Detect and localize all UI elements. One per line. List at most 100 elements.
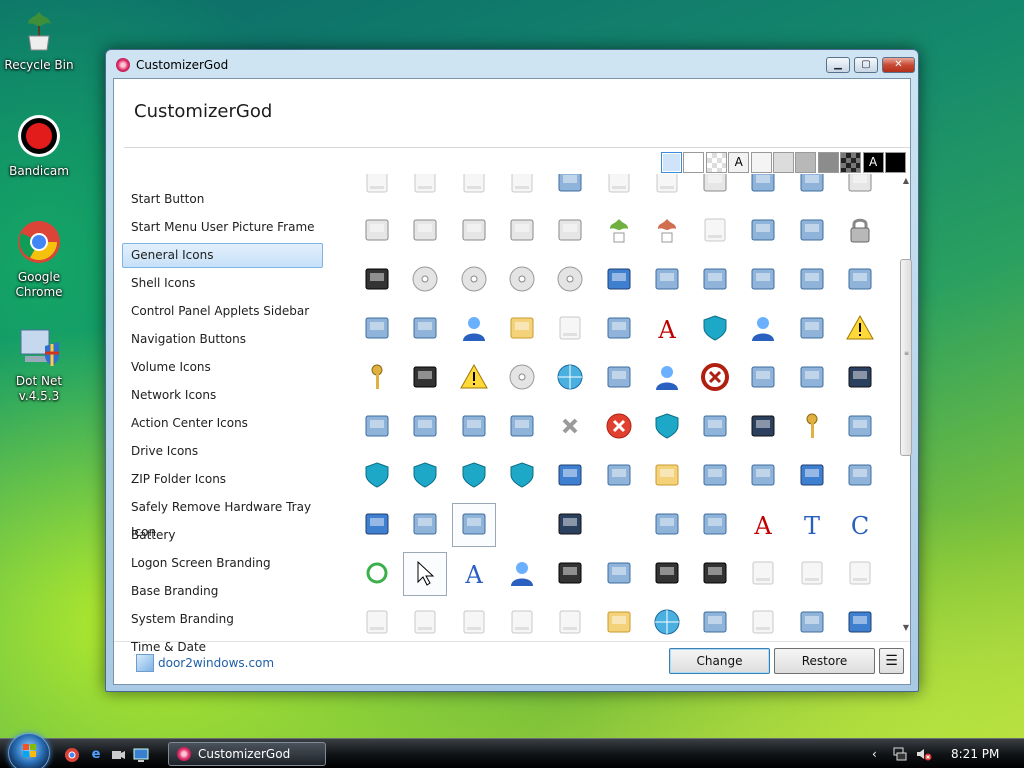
system-clock[interactable]: 8:21 PM	[951, 747, 999, 761]
icon-grid-cell[interactable]	[838, 601, 882, 637]
window-titlebar[interactable]: CustomizerGod ▁ ▢ ✕	[106, 50, 918, 78]
icon-grid-cell[interactable]	[403, 356, 447, 400]
desktop-icon-recycle-bin[interactable]: Recycle Bin	[0, 6, 78, 73]
icon-grid-cell[interactable]	[355, 174, 399, 204]
sidebar-item-start-button[interactable]: Start Button	[122, 187, 323, 212]
background-swatch[interactable]	[773, 152, 794, 173]
background-swatch[interactable]	[661, 152, 682, 173]
icon-grid-cell[interactable]	[548, 307, 592, 351]
icon-grid-cell[interactable]	[451, 503, 496, 547]
background-swatch[interactable]: A	[728, 152, 750, 173]
icon-grid-cell[interactable]	[403, 174, 447, 204]
icon-grid-cell[interactable]	[597, 454, 641, 498]
icon-grid-cell[interactable]	[645, 209, 689, 253]
icon-grid-cell[interactable]	[452, 258, 496, 302]
quicklaunch-desktop-icon[interactable]	[133, 747, 149, 763]
icon-grid-cell[interactable]	[790, 258, 834, 302]
icon-grid-cell[interactable]	[597, 552, 641, 596]
icon-grid-cell[interactable]	[741, 454, 785, 498]
icon-grid-cell[interactable]	[452, 601, 496, 637]
background-swatch[interactable]	[840, 152, 862, 173]
sidebar-item-network-icons[interactable]: Network Icons	[122, 383, 323, 408]
sidebar-item-general-icons[interactable]: General Icons	[122, 243, 323, 268]
icon-grid-cell[interactable]	[838, 454, 882, 498]
icon-grid-cell[interactable]	[741, 209, 785, 253]
icon-grid-cell[interactable]	[693, 601, 737, 637]
scrollbar-thumb[interactable]: ≡	[900, 259, 912, 456]
icon-grid-cell[interactable]	[355, 454, 399, 498]
taskbar-item-customizergod[interactable]: CustomizerGod	[168, 742, 326, 766]
icon-grid-cell[interactable]	[548, 174, 592, 204]
icon-grid-cell[interactable]	[500, 601, 544, 637]
quicklaunch-ie-icon[interactable]: e	[88, 747, 104, 763]
icon-grid-cell[interactable]	[403, 307, 447, 351]
sidebar-item-zip-folder-icons[interactable]: ZIP Folder Icons	[122, 467, 323, 492]
background-swatch[interactable]	[885, 152, 906, 173]
icon-grid-cell[interactable]	[790, 552, 834, 596]
icon-grid-cell[interactable]	[790, 454, 834, 498]
icon-grid-cell[interactable]	[790, 209, 834, 253]
icon-grid-cell[interactable]	[645, 601, 689, 637]
icon-grid-cell[interactable]	[403, 454, 447, 498]
icon-grid-cell[interactable]	[838, 405, 882, 449]
icon-grid-cell[interactable]	[790, 174, 834, 204]
icon-grid-cell[interactable]	[645, 356, 689, 400]
background-swatch[interactable]	[705, 152, 727, 173]
icon-grid-cell[interactable]	[693, 503, 737, 547]
sidebar-item-start-menu-user-picture-frame[interactable]: Start Menu User Picture Frame	[122, 215, 323, 240]
icon-grid-cell[interactable]	[693, 405, 737, 449]
icon-grid-cell[interactable]	[790, 356, 834, 400]
icon-grid-cell[interactable]	[500, 356, 544, 400]
scroll-down-arrow-icon[interactable]: ▼	[901, 623, 911, 633]
icon-grid-cell[interactable]	[645, 503, 689, 547]
icon-grid-cell[interactable]	[790, 307, 834, 351]
icon-grid-cell[interactable]	[403, 601, 447, 637]
door2windows-link[interactable]: door2windows.com	[158, 656, 274, 670]
icon-grid-cell[interactable]	[645, 174, 689, 204]
icon-grid-cell[interactable]	[500, 503, 544, 547]
background-swatch[interactable]	[817, 152, 839, 173]
desktop-icon-dotnet[interactable]: Dot Net v.4.5.3	[0, 322, 78, 404]
icon-grid-cell[interactable]	[548, 356, 592, 400]
sidebar-item-control-panel-applets-sidebar[interactable]: Control Panel Applets Sidebar	[122, 299, 323, 324]
icon-grid-cell[interactable]	[790, 405, 834, 449]
icon-grid-cell[interactable]	[741, 601, 785, 637]
icon-grid-cell[interactable]	[403, 209, 447, 253]
icon-grid-cell[interactable]	[452, 307, 496, 351]
icon-grid-cell[interactable]	[500, 209, 544, 253]
icon-grid-cell[interactable]: A	[741, 503, 785, 547]
icon-grid-cell[interactable]: C	[838, 503, 882, 547]
sidebar-item-base-branding[interactable]: Base Branding	[122, 579, 323, 604]
icon-grid-cell[interactable]	[452, 174, 496, 204]
icon-grid-cell[interactable]	[741, 552, 785, 596]
icon-grid-cell[interactable]	[597, 601, 641, 637]
icon-grid-cell[interactable]: T	[790, 503, 834, 547]
icon-grid-scrollbar[interactable]: ▲ ≡ ▼	[898, 174, 914, 637]
background-swatch[interactable]	[683, 152, 705, 173]
icon-grid-cell[interactable]	[741, 307, 785, 351]
icon-grid-cell[interactable]	[500, 552, 544, 596]
icon-grid-cell[interactable]	[693, 552, 737, 596]
icon-grid-cell[interactable]	[548, 552, 592, 596]
change-button[interactable]: Change	[669, 648, 770, 674]
icon-grid-cell[interactable]	[500, 258, 544, 302]
desktop-icon-chrome[interactable]: Google Chrome	[0, 218, 78, 300]
icon-grid-cell[interactable]	[500, 307, 544, 351]
volume-muted-tray-icon[interactable]	[916, 747, 932, 764]
sidebar-item-volume-icons[interactable]: Volume Icons	[122, 355, 323, 380]
icon-grid-cell[interactable]	[790, 601, 834, 637]
icon-grid-cell[interactable]	[452, 209, 496, 253]
icon-grid-cell[interactable]	[645, 258, 689, 302]
icon-grid-cell[interactable]	[500, 405, 544, 449]
start-button[interactable]	[8, 733, 50, 768]
sidebar-item-logon-screen-branding[interactable]: Logon Screen Branding	[122, 551, 323, 576]
icon-grid-cell[interactable]	[548, 503, 592, 547]
icon-grid-cell[interactable]	[548, 209, 592, 253]
icon-grid-cell[interactable]	[693, 174, 737, 204]
icon-grid-cell[interactable]: A	[645, 307, 689, 351]
restore-button[interactable]: Restore	[774, 648, 875, 674]
icon-grid-cell[interactable]	[403, 258, 447, 302]
icon-grid-cell[interactable]	[548, 405, 592, 449]
icon-grid-cell[interactable]	[403, 552, 448, 596]
icon-grid-cell[interactable]	[645, 552, 689, 596]
